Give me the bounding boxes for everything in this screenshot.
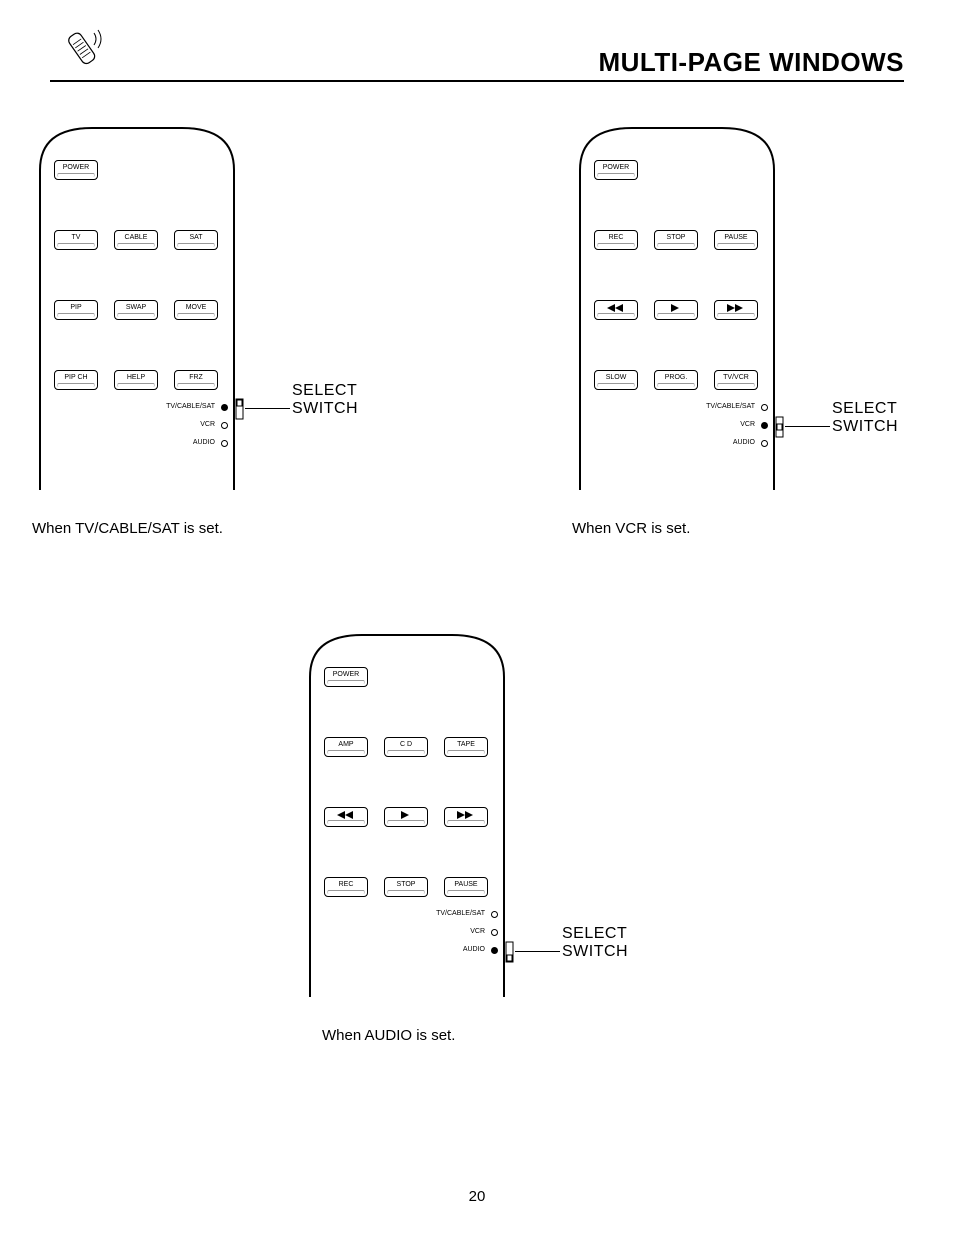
amp-button: AMP [324,737,368,757]
vcr-indicator-dot [221,422,228,429]
help-button: HELP [114,370,158,390]
audio-indicator-label: AUDIO [463,941,485,959]
select-switch-label: SELECTSWITCH [292,382,358,418]
select-text: SELECT [292,382,358,400]
select-text: SELECT [562,925,628,943]
connector-line [785,426,830,427]
switch-text: SWITCH [562,943,628,961]
tv-cable-sat-indicator: TV/CABLE/SAT [436,905,498,923]
sat-button: SAT [174,230,218,250]
audio-indicator-dot [491,947,498,954]
vcr-indicator: VCR [706,416,768,434]
audio-indicator-dot [761,440,768,447]
fast-forward-icon-button [444,807,488,827]
remote-body: POWER AMP C D TAPE REC STOP PAUSE TV/CABLE/SATV… [302,627,512,997]
switch-text: SWITCH [292,400,358,418]
vcr-indicator-label: VCR [470,923,485,941]
mode-indicators: TV/CABLE/SATVCRAUDIO [166,398,228,452]
vcr-indicator-label: VCR [200,416,215,434]
connector-line [515,951,560,952]
tape-button: TAPE [444,737,488,757]
select-switch-icon [505,941,515,968]
audio-indicator: AUDIO [436,941,498,959]
play-icon-button [654,300,698,320]
stop-button: STOP [654,230,698,250]
remote-caption: When TV/CABLE/SAT is set. [32,520,382,537]
prog--button: PROG. [654,370,698,390]
audio-indicator-label: AUDIO [733,434,755,452]
page-title: MULTI-PAGE WINDOWS [598,47,904,78]
mode-indicators: TV/CABLE/SATVCRAUDIO [706,398,768,452]
rewind-icon-button [594,300,638,320]
frz-button: FRZ [174,370,218,390]
tv-cable-sat-indicator: TV/CABLE/SAT [166,398,228,416]
remote-logo-icon [58,25,108,70]
rewind-icon-button [324,807,368,827]
c-d-button: C D [384,737,428,757]
select-text: SELECT [832,400,898,418]
remote-diagram-tv: POWER TV CABLE SAT PIP SWAP MOVE PIP CH HELP FRZ T… [32,120,382,537]
remote-diagram-audio: POWER AMP C D TAPE REC STOP PAUSE TV/CABLE/SATV… [302,627,652,1044]
page-number: 20 [0,1188,954,1205]
audio-indicator-label: AUDIO [193,434,215,452]
select-switch-label: SELECTSWITCH [562,925,628,961]
remote-caption: When AUDIO is set. [322,1027,652,1044]
remote-body: POWER REC STOP PAUSE SLOW PROG. TV/VCR TV/CABLE… [572,120,782,490]
select-switch-icon [235,398,245,425]
mode-indicators: TV/CABLE/SATVCRAUDIO [436,905,498,959]
audio-indicator-dot [221,440,228,447]
tv-vcr-button: TV/VCR [714,370,758,390]
power-button: POWER [324,667,368,687]
select-switch-label: SELECTSWITCH [832,400,898,436]
tv-cable-sat-indicator-dot [761,404,768,411]
vcr-indicator-label: VCR [740,416,755,434]
page-header: MULTI-PAGE WINDOWS [50,30,904,82]
tv-cable-sat-indicator: TV/CABLE/SAT [706,398,768,416]
connector-line [245,408,290,409]
vcr-indicator: VCR [166,416,228,434]
swap-button: SWAP [114,300,158,320]
move-button: MOVE [174,300,218,320]
remote-body: POWER TV CABLE SAT PIP SWAP MOVE PIP CH HELP FRZ T… [32,120,242,490]
tv-cable-sat-indicator-label: TV/CABLE/SAT [706,398,755,416]
fast-forward-icon-button [714,300,758,320]
tv-cable-sat-indicator-label: TV/CABLE/SAT [436,905,485,923]
power-button: POWER [594,160,638,180]
tv-cable-sat-indicator-dot [221,404,228,411]
slow-button: SLOW [594,370,638,390]
cable-button: CABLE [114,230,158,250]
tv-cable-sat-indicator-label: TV/CABLE/SAT [166,398,215,416]
rec-button: REC [324,877,368,897]
audio-indicator: AUDIO [166,434,228,452]
vcr-indicator-dot [491,929,498,936]
vcr-indicator-dot [761,422,768,429]
switch-text: SWITCH [832,418,898,436]
select-switch-icon [775,416,785,443]
play-icon-button [384,807,428,827]
rec-button: REC [594,230,638,250]
stop-button: STOP [384,877,428,897]
audio-indicator: AUDIO [706,434,768,452]
power-button: POWER [54,160,98,180]
pip-button: PIP [54,300,98,320]
remote-caption: When VCR is set. [572,520,922,537]
pause-button: PAUSE [714,230,758,250]
tv-cable-sat-indicator-dot [491,911,498,918]
remote-diagram-vcr: POWER REC STOP PAUSE SLOW PROG. TV/VCR TV/CABLE… [572,120,922,537]
pause-button: PAUSE [444,877,488,897]
vcr-indicator: VCR [436,923,498,941]
tv-button: TV [54,230,98,250]
pip-ch-button: PIP CH [54,370,98,390]
